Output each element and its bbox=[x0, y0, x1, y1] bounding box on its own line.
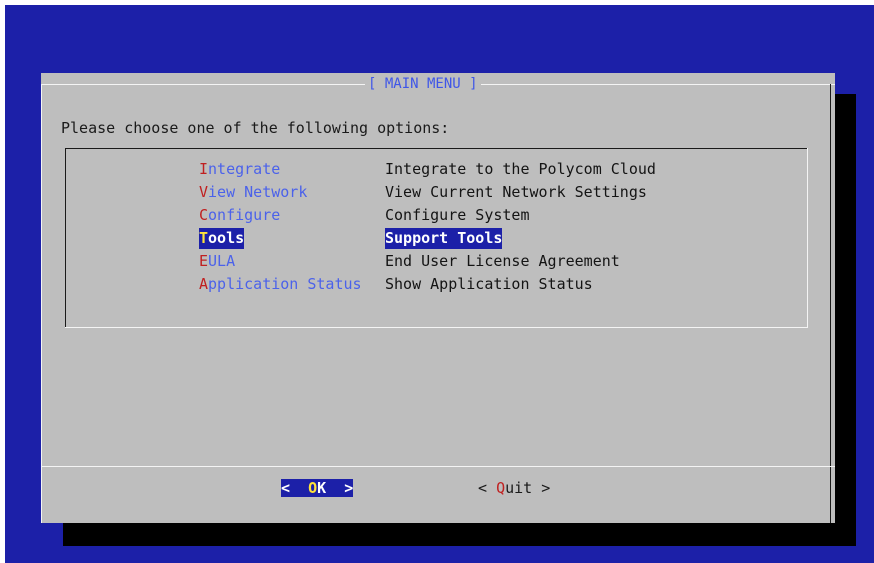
menu-item[interactable]: Configure Configure System bbox=[199, 205, 679, 228]
menu-item-hotkey: A bbox=[199, 275, 209, 293]
menu-item-tag: EULA bbox=[199, 251, 235, 272]
quit-button-right-bracket: > bbox=[532, 479, 551, 497]
menu-item-tag-rest: onfigure bbox=[208, 206, 281, 224]
menu-item[interactable]: Integrate Integrate to the Polycom Cloud bbox=[199, 159, 679, 182]
menu-item-description: Support Tools bbox=[385, 228, 503, 249]
menu-item[interactable]: View Network View Current Network Setting… bbox=[199, 182, 679, 205]
main-menu-dialog: [ MAIN MENU ] Please choose one of the f… bbox=[41, 73, 835, 523]
menu-item-description: View Current Network Settings bbox=[385, 183, 647, 201]
ok-button-hotkey: O bbox=[308, 479, 318, 497]
menu-item-description: Configure System bbox=[385, 206, 530, 224]
menu-item-hotkey: E bbox=[199, 252, 209, 270]
ok-button-left-bracket: < bbox=[281, 479, 309, 497]
menu-item-description: End User License Agreement bbox=[385, 252, 620, 270]
menu-item-tag: Integrate bbox=[199, 159, 280, 180]
menu-item-description: Integrate to the Polycom Cloud bbox=[385, 160, 656, 178]
menu-item-tag-rest: ools bbox=[208, 229, 245, 247]
menu-item[interactable]: Tools Support Tools bbox=[199, 228, 679, 251]
menu-item-tag-rest: iew Network bbox=[208, 183, 308, 201]
menu-item-hotkey: I bbox=[199, 160, 209, 178]
menu-item-tag-rest: pplication Status bbox=[208, 275, 362, 293]
menu-list: Integrate Integrate to the Polycom Cloud V… bbox=[41, 73, 835, 523]
quit-button-left-bracket: < bbox=[478, 479, 497, 497]
quit-button-hotkey: Q bbox=[496, 479, 506, 497]
menu-item-hotkey: T bbox=[199, 229, 209, 247]
menu-item-tag-rest: ntegrate bbox=[208, 160, 281, 178]
menu-item[interactable]: EULA End User License Agreement bbox=[199, 251, 679, 274]
ok-button[interactable]: < OK > bbox=[281, 477, 354, 499]
menu-item-description: Show Application Status bbox=[385, 275, 593, 293]
menu-item-tag: Application Status bbox=[199, 274, 362, 295]
quit-button[interactable]: < Quit > bbox=[478, 477, 550, 499]
button-separator bbox=[42, 466, 835, 467]
ok-button-right-bracket: > bbox=[326, 479, 354, 497]
ok-button-label: K bbox=[317, 479, 327, 497]
menu-item-tag: Configure bbox=[199, 205, 280, 226]
menu-item[interactable]: Application Status Show Application Statu… bbox=[199, 274, 679, 297]
menu-item-tag: View Network bbox=[199, 182, 307, 203]
menu-item-tag-rest: ULA bbox=[208, 252, 236, 270]
menu-item-hotkey: C bbox=[199, 206, 209, 224]
quit-button-label: uit bbox=[505, 479, 533, 497]
menu-item-tag: Tools bbox=[199, 228, 245, 249]
menu-item-hotkey: V bbox=[199, 183, 209, 201]
